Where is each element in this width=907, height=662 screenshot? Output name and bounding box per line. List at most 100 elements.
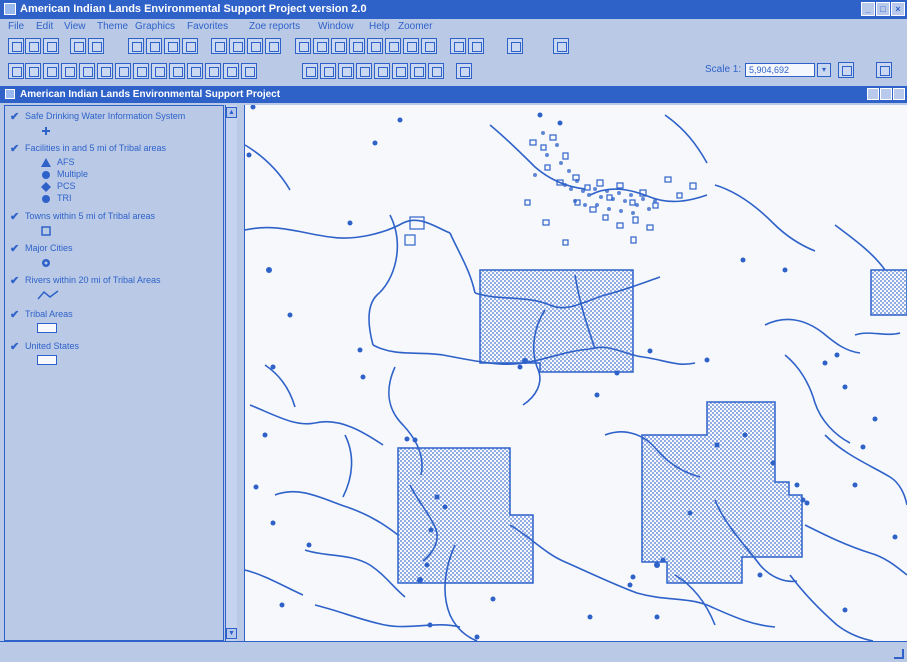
text-tool-button[interactable] xyxy=(205,63,221,79)
scale-apply-button[interactable] xyxy=(838,62,854,78)
find-button[interactable] xyxy=(211,38,227,54)
view-maximize-button[interactable] xyxy=(880,88,892,100)
save-project-button[interactable] xyxy=(43,38,59,54)
open-project-button[interactable] xyxy=(25,38,41,54)
zoom-previous-button[interactable] xyxy=(385,38,401,54)
add-theme-button[interactable] xyxy=(70,38,86,54)
menu-file[interactable]: File xyxy=(8,19,24,35)
legend-label: TRI xyxy=(57,193,72,203)
view-title: American Indian Lands Environmental Supp… xyxy=(20,89,281,100)
menu-zoomer[interactable]: Zoomer xyxy=(398,19,432,35)
menu-zoe-reports[interactable]: Zoe reports xyxy=(249,19,300,35)
layer-checkbox[interactable]: ✔ xyxy=(10,342,20,353)
layer-checkbox[interactable]: ✔ xyxy=(10,310,20,321)
minimize-button[interactable]: _ xyxy=(861,2,875,16)
view-icon[interactable] xyxy=(5,89,15,99)
measure-tool-button[interactable] xyxy=(133,63,149,79)
snap-tool-button[interactable] xyxy=(302,63,318,79)
diamond-icon xyxy=(41,182,51,192)
query-button[interactable] xyxy=(247,38,263,54)
zoom-full-button[interactable] xyxy=(295,38,311,54)
legend-label: Multiple xyxy=(57,169,89,179)
buffer-tool-button[interactable] xyxy=(320,63,336,79)
scale-input[interactable]: 5,904,692 xyxy=(745,63,815,77)
layer-rivers[interactable]: ✔ Rivers within 20 mi of Tribal Areas xyxy=(5,274,223,306)
zoom-selected-button[interactable] xyxy=(331,38,347,54)
radius-tool-button[interactable] xyxy=(338,63,354,79)
draw-tool-dropdown[interactable] xyxy=(241,63,257,79)
select-tool-button[interactable] xyxy=(61,63,77,79)
zoom-in-fixed-button[interactable] xyxy=(349,38,365,54)
layout-button[interactable] xyxy=(182,38,198,54)
layer-united-states[interactable]: ✔ United States xyxy=(5,340,223,372)
menu-graphics[interactable]: Graphics xyxy=(135,19,175,35)
context-help-button[interactable] xyxy=(876,62,892,78)
map-canvas[interactable] xyxy=(245,105,907,641)
point-tool-button[interactable] xyxy=(410,63,426,79)
maximize-button[interactable]: □ xyxy=(876,2,890,16)
locate-button[interactable] xyxy=(229,38,245,54)
view-minimize-button[interactable] xyxy=(867,88,879,100)
print-button[interactable] xyxy=(450,38,466,54)
close-button[interactable]: × xyxy=(891,2,905,16)
zoom-out-fixed-button[interactable] xyxy=(367,38,383,54)
line-tool-button[interactable] xyxy=(374,63,390,79)
layer-checkbox[interactable]: ✔ xyxy=(10,244,20,255)
overview-tool-button[interactable] xyxy=(456,63,472,79)
edit-legend-button[interactable] xyxy=(128,38,144,54)
label-tool-button[interactable] xyxy=(187,63,203,79)
layer-major-cities[interactable]: ✔ Major Cities xyxy=(5,242,223,272)
select-features-button[interactable] xyxy=(403,38,419,54)
draw-tool-button[interactable] xyxy=(223,63,239,79)
clear-selection-button[interactable] xyxy=(421,38,437,54)
facility-cluster xyxy=(404,134,697,246)
legend-label: AFS xyxy=(57,157,75,167)
help-tool-button[interactable] xyxy=(553,38,569,54)
app-icon[interactable] xyxy=(4,3,16,15)
new-project-button[interactable] xyxy=(8,38,24,54)
circle-tool-button[interactable] xyxy=(428,63,444,79)
polygon-tool-button[interactable] xyxy=(356,63,372,79)
window-title: American Indian Lands Environmental Supp… xyxy=(20,3,367,15)
area-of-interest-tool-button[interactable] xyxy=(169,63,185,79)
view-close-button[interactable] xyxy=(893,88,905,100)
pointer-tool-button[interactable] xyxy=(25,63,41,79)
layer-towns[interactable]: ✔ Towns within 5 mi of Tribal areas xyxy=(5,210,223,240)
pane-splitter[interactable] xyxy=(237,105,245,641)
menu-favorites[interactable]: Favorites xyxy=(187,19,228,35)
layer-checkbox[interactable]: ✔ xyxy=(10,212,20,223)
scale-dropdown[interactable]: ▾ xyxy=(817,63,831,77)
table-button[interactable] xyxy=(146,38,162,54)
layer-facilities[interactable]: ✔ Facilities in and 5 mi of Tribal areas… xyxy=(5,142,223,208)
map-view[interactable] xyxy=(245,105,907,641)
export-button[interactable] xyxy=(468,38,484,54)
zoom-out-tool-button[interactable] xyxy=(97,63,113,79)
vertex-edit-tool-button[interactable] xyxy=(43,63,59,79)
menu-view[interactable]: View xyxy=(64,19,86,35)
toc-scrollbar[interactable]: ▲ ▼ xyxy=(225,105,237,641)
zoom-active-button[interactable] xyxy=(313,38,329,54)
layer-name: Towns within 5 mi of Tribal areas xyxy=(25,211,156,221)
layer-checkbox[interactable]: ✔ xyxy=(10,276,20,287)
report-button[interactable] xyxy=(507,38,523,54)
hotlink-button[interactable] xyxy=(265,38,281,54)
chart-button[interactable] xyxy=(164,38,180,54)
identify-tool-button[interactable] xyxy=(8,63,24,79)
zoom-in-tool-button[interactable] xyxy=(79,63,95,79)
menu-help[interactable]: Help xyxy=(369,19,390,35)
hotlink-tool-button[interactable] xyxy=(151,63,167,79)
layer-checkbox[interactable]: ✔ xyxy=(10,112,20,123)
menu-theme[interactable]: Theme xyxy=(97,19,128,35)
scroll-up-button[interactable]: ▲ xyxy=(226,107,237,118)
layer-checkbox[interactable]: ✔ xyxy=(10,144,20,155)
layer-sdwis[interactable]: ✔ Safe Drinking Water Information System xyxy=(5,110,223,140)
pan-tool-button[interactable] xyxy=(115,63,131,79)
rectangle-tool-button[interactable] xyxy=(392,63,408,79)
river-lines xyxy=(245,114,907,641)
resize-grip[interactable] xyxy=(894,649,904,659)
menu-edit[interactable]: Edit xyxy=(36,19,53,35)
theme-properties-button[interactable] xyxy=(88,38,104,54)
menu-window[interactable]: Window xyxy=(318,19,354,35)
scroll-down-button[interactable]: ▼ xyxy=(226,628,237,639)
layer-tribal-areas[interactable]: ✔ Tribal Areas xyxy=(5,308,223,340)
